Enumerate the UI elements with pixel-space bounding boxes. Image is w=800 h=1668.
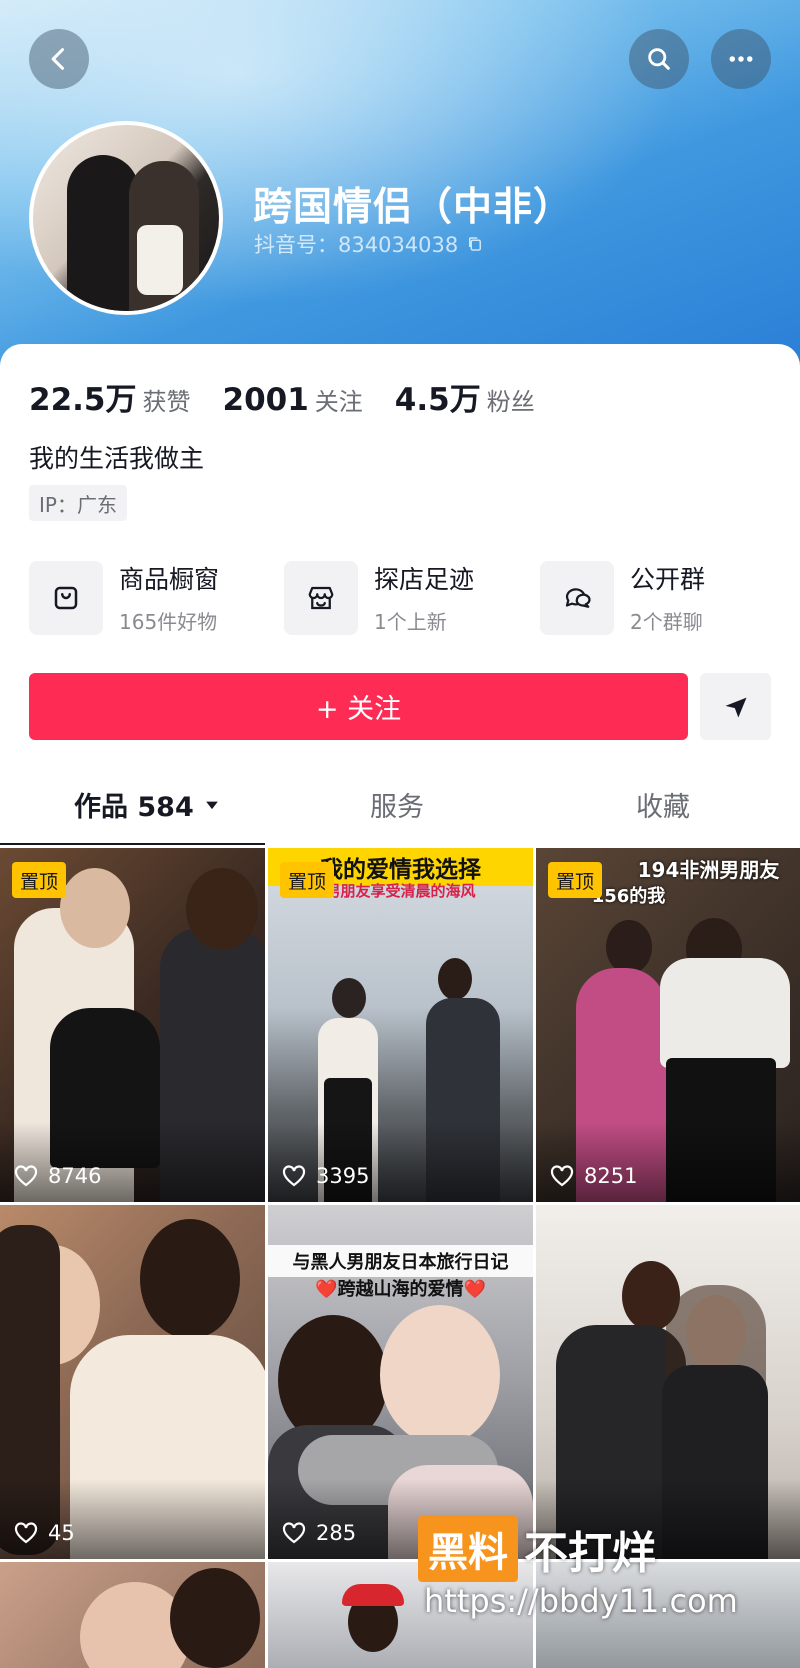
tab-service[interactable]: 服务 [370, 785, 424, 824]
video-tile[interactable]: 与黑人男朋友日本旅行日记 ❤️跨越山海的爱情❤️ 285 [268, 1205, 533, 1559]
avatar[interactable] [29, 121, 223, 315]
more-dots-icon [729, 56, 753, 62]
video-tile[interactable]: 45 [0, 1205, 265, 1559]
like-count: 8251 [550, 1164, 637, 1188]
heart-icon [14, 1522, 38, 1544]
video-caption: 194非洲男朋友 [637, 858, 780, 882]
tab-favorites[interactable]: 收藏 [636, 785, 690, 824]
stat-following[interactable]: 2001 关注 [223, 382, 363, 418]
stat-followers[interactable]: 4.5万 粉丝 [395, 374, 535, 419]
content-tabs: 作品 584 服务 收藏 [0, 785, 800, 845]
service-title: 公开群 [630, 565, 706, 594]
caret-down-icon[interactable] [202, 795, 222, 815]
like-count-value: 8746 [48, 1164, 102, 1188]
stat-likes[interactable]: 22.5万 获赞 [29, 374, 191, 419]
stat-followers-label: 粉丝 [486, 388, 535, 416]
like-count: 8746 [14, 1164, 101, 1188]
profile-stats: 22.5万 获赞 2001 关注 4.5万 粉丝 [29, 374, 567, 419]
douyin-id-text: 抖音号：834034038 [254, 233, 459, 257]
stat-followers-value: 4.5万 [394, 382, 481, 418]
service-public-group[interactable]: 公开群 2个群聊 [540, 560, 705, 635]
like-count-value: 45 [48, 1521, 75, 1545]
stat-likes-label: 获赞 [142, 388, 191, 416]
video-tile[interactable]: 置顶 8746 [0, 848, 265, 1202]
active-tab-indicator [0, 843, 265, 845]
back-button[interactable] [29, 29, 89, 89]
like-count: 45 [14, 1521, 75, 1545]
more-options-button[interactable] [711, 29, 771, 89]
chevron-left-icon [51, 48, 65, 70]
avatar-shirt [137, 225, 183, 295]
service-store-visits[interactable]: 探店足迹 1个上新 [284, 560, 474, 635]
service-title: 探店足迹 [374, 565, 475, 594]
copy-icon[interactable] [466, 235, 484, 253]
service-subtitle: 2个群聊 [630, 610, 703, 634]
like-count: 3395 [282, 1164, 369, 1188]
service-title: 商品橱窗 [119, 565, 220, 594]
heart-icon [282, 1165, 306, 1187]
send-arrow-icon [725, 697, 746, 717]
heart-icon [14, 1165, 38, 1187]
video-tile[interactable]: 我的爱情我选择 男朋友享受清晨的海风 置顶 3395 [268, 848, 533, 1202]
profile-name: 跨国情侣（中非） [253, 185, 574, 230]
video-tile[interactable]: 194非洲男朋友 156的我 置顶 8251 [536, 848, 800, 1202]
heart-icon [282, 1522, 306, 1544]
search-icon [648, 48, 670, 70]
douyin-id[interactable]: 抖音号：834034038 [254, 229, 484, 259]
service-subtitle: 1个上新 [374, 610, 447, 634]
like-count-value: 3395 [316, 1164, 370, 1188]
watermark-text: 不打烊 [524, 1528, 656, 1579]
search-button[interactable] [629, 29, 689, 89]
tab-works[interactable]: 作品 584 [74, 785, 222, 824]
video-caption: 与黑人男朋友日本旅行日记 [268, 1245, 533, 1277]
video-tile[interactable] [0, 1562, 265, 1668]
service-product-showcase[interactable]: 商品橱窗 165件好物 [29, 560, 219, 635]
watermark-url: https://bbdy11.com [424, 1582, 738, 1620]
video-subcaption: ❤️跨越山海的爱情❤️ [315, 1279, 486, 1300]
chat-bubbles-icon [540, 560, 614, 635]
stat-likes-value: 22.5万 [29, 382, 137, 418]
stat-following-label: 关注 [314, 388, 363, 416]
store-icon [284, 560, 358, 635]
share-button[interactable] [700, 673, 771, 740]
like-count-value: 285 [316, 1521, 357, 1545]
ip-location-tag: IP：广东 [29, 485, 127, 521]
stat-following-value: 2001 [222, 382, 309, 418]
like-count-value: 8251 [584, 1164, 638, 1188]
service-subtitle: 165件好物 [119, 610, 218, 634]
watermark-box: 黑料 [418, 1516, 518, 1582]
shopping-bag-icon [29, 560, 103, 635]
pinned-badge: 置顶 [548, 862, 603, 898]
pinned-badge: 置顶 [12, 862, 67, 898]
bio-text: 我的生活我做主 [29, 444, 205, 473]
video-tile[interactable] [536, 1205, 800, 1559]
watermark: 黑料 不打烊 [418, 1516, 656, 1582]
like-count: 285 [282, 1521, 356, 1545]
pinned-badge: 置顶 [280, 862, 335, 898]
tab-works-label: 作品 584 [74, 792, 194, 823]
heart-icon [550, 1165, 574, 1187]
follow-button[interactable]: + 关注 [29, 673, 688, 740]
